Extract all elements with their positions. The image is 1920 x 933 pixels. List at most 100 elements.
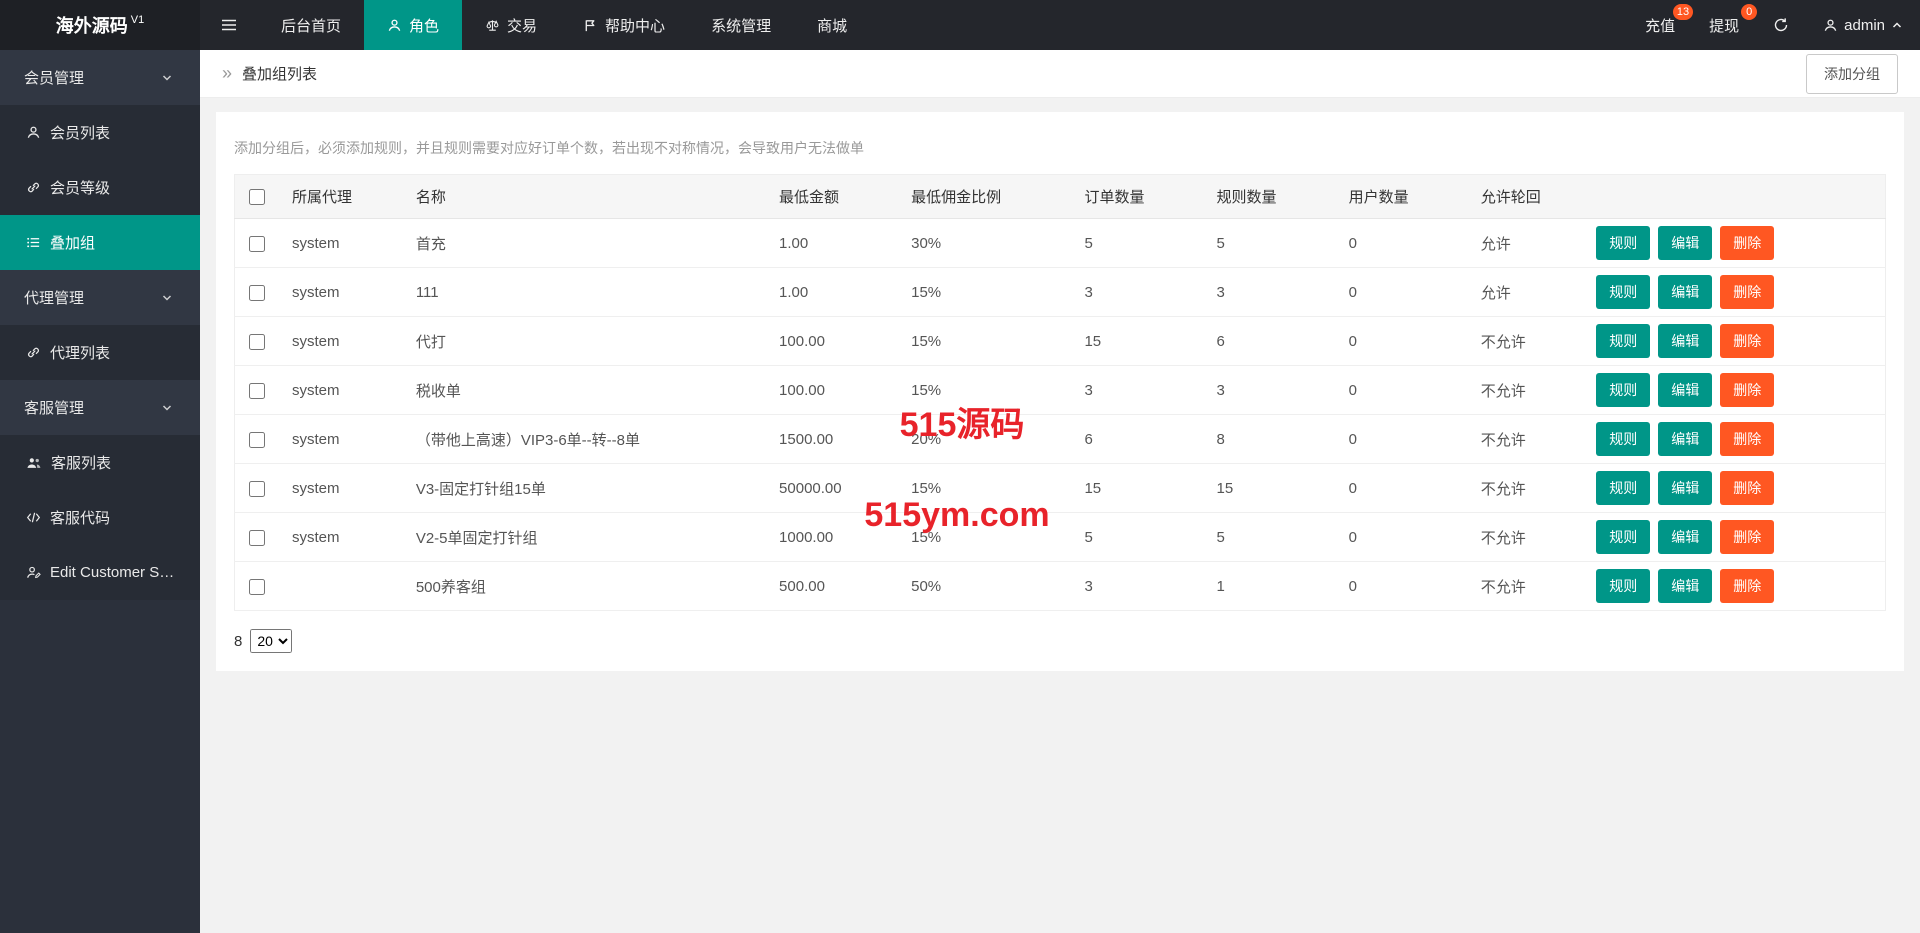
nav-item-home[interactable]: 后台首页 bbox=[258, 0, 364, 50]
delete-button[interactable]: 删除 bbox=[1720, 422, 1774, 456]
row-checkbox[interactable] bbox=[249, 432, 265, 448]
delete-button[interactable]: 删除 bbox=[1720, 275, 1774, 309]
row-checkbox[interactable] bbox=[249, 579, 265, 595]
sidebar-item-label: 代理管理 bbox=[24, 287, 84, 308]
chevron-up-icon bbox=[1891, 19, 1903, 31]
table-row: system税收单100.0015%330不允许规则编辑删除 bbox=[235, 366, 1886, 415]
edit-button[interactable]: 编辑 bbox=[1658, 373, 1712, 407]
min-amount-cell: 1.00 bbox=[771, 268, 903, 317]
table-row: system代打100.0015%1560不允许规则编辑删除 bbox=[235, 317, 1886, 366]
rule-button[interactable]: 规则 bbox=[1596, 275, 1650, 309]
row-checkbox[interactable] bbox=[249, 334, 265, 350]
min-amount-cell: 50000.00 bbox=[771, 464, 903, 513]
hamburger-icon bbox=[220, 16, 238, 34]
sidebar-item-member-management[interactable]: 会员管理 bbox=[0, 50, 200, 105]
add-group-button[interactable]: 添加分组 bbox=[1806, 54, 1898, 94]
sidebar-item-agent-management[interactable]: 代理管理 bbox=[0, 270, 200, 325]
nav-item-system[interactable]: 系统管理 bbox=[688, 0, 794, 50]
agent-cell bbox=[284, 562, 408, 611]
edit-button[interactable]: 编辑 bbox=[1658, 226, 1712, 260]
sidebar-item-member-level[interactable]: 会员等级 bbox=[0, 160, 200, 215]
users-count-cell: 0 bbox=[1341, 513, 1473, 562]
rule-button[interactable]: 规则 bbox=[1596, 520, 1650, 554]
edit-button[interactable]: 编辑 bbox=[1658, 471, 1712, 505]
sidebar-item-service-list[interactable]: 客服列表 bbox=[0, 435, 200, 490]
min-commission-cell: 30% bbox=[903, 219, 1076, 268]
select-all-header bbox=[235, 175, 285, 219]
actions-cell: 规则编辑删除 bbox=[1588, 513, 1885, 562]
min-commission-cell: 50% bbox=[903, 562, 1076, 611]
column-header: 订单数量 bbox=[1076, 175, 1208, 219]
orders-count-cell: 3 bbox=[1076, 562, 1208, 611]
rule-button[interactable]: 规则 bbox=[1596, 471, 1650, 505]
min-amount-cell: 100.00 bbox=[771, 366, 903, 415]
sidebar-item-member-list[interactable]: 会员列表 bbox=[0, 105, 200, 160]
row-checkbox[interactable] bbox=[249, 530, 265, 546]
edit-button[interactable]: 编辑 bbox=[1658, 275, 1712, 309]
list-icon bbox=[26, 235, 41, 250]
nav-item-mall[interactable]: 商城 bbox=[794, 0, 870, 50]
chevron-down-icon bbox=[161, 72, 173, 84]
sidebar-item-label: 会员管理 bbox=[24, 67, 84, 88]
sidebar-item-agent-list[interactable]: 代理列表 bbox=[0, 325, 200, 380]
sidebar-item-edit-customer-service[interactable]: Edit Customer Ser... bbox=[0, 545, 200, 600]
sidebar-item-service-management[interactable]: 客服管理 bbox=[0, 380, 200, 435]
users-count-cell: 0 bbox=[1341, 366, 1473, 415]
name-cell: 111 bbox=[408, 268, 771, 317]
sidebar-item-label: 客服列表 bbox=[51, 452, 111, 473]
rule-button[interactable]: 规则 bbox=[1596, 569, 1650, 603]
hint-text: 添加分组后，必须添加规则，并且规则需要对应好订单个数，若出现不对称情况，会导致用… bbox=[234, 138, 1886, 158]
delete-button[interactable]: 删除 bbox=[1720, 226, 1774, 260]
sidebar-item-label: 会员列表 bbox=[50, 122, 110, 143]
rules-count-cell: 5 bbox=[1209, 219, 1341, 268]
edit-button[interactable]: 编辑 bbox=[1658, 422, 1712, 456]
min-amount-cell: 500.00 bbox=[771, 562, 903, 611]
sidebar-item-service-code[interactable]: 客服代码 bbox=[0, 490, 200, 545]
user-edit-icon bbox=[26, 565, 41, 580]
edit-button[interactable]: 编辑 bbox=[1658, 569, 1712, 603]
edit-button[interactable]: 编辑 bbox=[1658, 520, 1712, 554]
table-row: system1111.0015%330允许规则编辑删除 bbox=[235, 268, 1886, 317]
user-menu[interactable]: admin bbox=[1806, 0, 1920, 50]
min-amount-cell: 1.00 bbox=[771, 219, 903, 268]
row-checkbox[interactable] bbox=[249, 383, 265, 399]
row-checkbox[interactable] bbox=[249, 481, 265, 497]
delete-button[interactable]: 删除 bbox=[1720, 324, 1774, 358]
nav-item-role[interactable]: 角色 bbox=[364, 0, 462, 50]
code-icon bbox=[26, 510, 41, 525]
user-icon bbox=[387, 18, 402, 33]
nav-item-trade[interactable]: 交易 bbox=[462, 0, 560, 50]
sidebar-item-label: 客服代码 bbox=[50, 507, 110, 528]
nav-item-label: 角色 bbox=[409, 15, 439, 36]
nav-item-help[interactable]: 帮助中心 bbox=[560, 0, 688, 50]
orders-count-cell: 3 bbox=[1076, 366, 1208, 415]
user-icon bbox=[1823, 18, 1838, 33]
rule-button[interactable]: 规则 bbox=[1596, 226, 1650, 260]
delete-button[interactable]: 删除 bbox=[1720, 471, 1774, 505]
name-cell: 500养客组 bbox=[408, 562, 771, 611]
edit-button[interactable]: 编辑 bbox=[1658, 324, 1712, 358]
page-size-select[interactable]: 20 bbox=[250, 629, 292, 653]
agent-cell: system bbox=[284, 219, 408, 268]
actions-cell: 规则编辑删除 bbox=[1588, 219, 1885, 268]
min-commission-cell: 15% bbox=[903, 513, 1076, 562]
withdraw-nav-item[interactable]: 提现 0 bbox=[1692, 0, 1756, 50]
rules-count-cell: 1 bbox=[1209, 562, 1341, 611]
row-checkbox[interactable] bbox=[249, 285, 265, 301]
loop-allowed-cell: 允许 bbox=[1473, 268, 1589, 317]
rule-button[interactable]: 规则 bbox=[1596, 422, 1650, 456]
delete-button[interactable]: 删除 bbox=[1720, 569, 1774, 603]
delete-button[interactable]: 删除 bbox=[1720, 373, 1774, 407]
column-header: 最低金额 bbox=[771, 175, 903, 219]
refresh-button[interactable] bbox=[1756, 0, 1806, 50]
rule-button[interactable]: 规则 bbox=[1596, 324, 1650, 358]
column-header: 允许轮回 bbox=[1473, 175, 1589, 219]
delete-button[interactable]: 删除 bbox=[1720, 520, 1774, 554]
recharge-nav-item[interactable]: 充值 13 bbox=[1628, 0, 1692, 50]
sidebar-item-stack-group[interactable]: 叠加组 bbox=[0, 215, 200, 270]
orders-count-cell: 5 bbox=[1076, 513, 1208, 562]
menu-toggle-button[interactable] bbox=[200, 0, 258, 50]
row-checkbox[interactable] bbox=[249, 236, 265, 252]
select-all-checkbox[interactable] bbox=[249, 189, 265, 205]
rule-button[interactable]: 规则 bbox=[1596, 373, 1650, 407]
